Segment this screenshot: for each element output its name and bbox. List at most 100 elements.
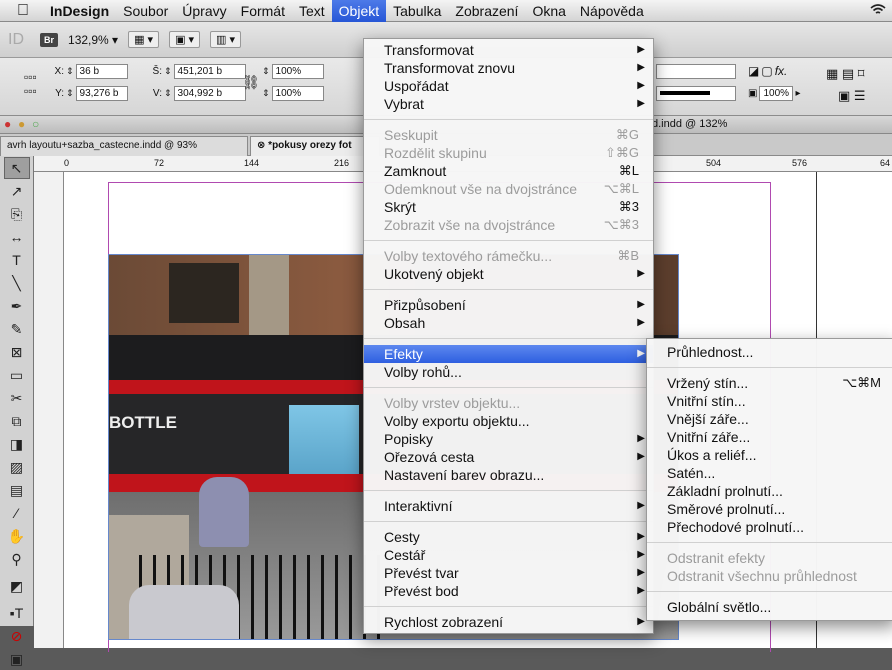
- objekt-item-cesty[interactable]: Cesty ▶: [364, 528, 653, 546]
- objekt-item-prizpusobeni[interactable]: Přizpůsobení ▶: [364, 296, 653, 314]
- objekt-item-volby-rohu[interactable]: Volby rohů...: [364, 363, 653, 381]
- objekt-item-rychlost-zobrazeni[interactable]: Rychlost zobrazení ▶: [364, 613, 653, 631]
- y-input[interactable]: 93,276 b: [75, 86, 128, 101]
- menu-app-name[interactable]: InDesign: [46, 0, 116, 22]
- fill-stroke-icon[interactable]: ◩: [4, 571, 30, 601]
- width-stepper-icon[interactable]: ⇕: [164, 66, 172, 77]
- objekt-item-popisky[interactable]: Popisky ▶: [364, 430, 653, 448]
- scale-x-stepper-icon[interactable]: ⇕: [262, 66, 270, 77]
- efekty-item-pruhlednost[interactable]: Průhlednost...: [647, 343, 892, 361]
- menu-objekt[interactable]: Objekt: [331, 0, 387, 22]
- objekt-item-nastaveni-barev-obrazu[interactable]: Nastavení barev obrazu...: [364, 466, 653, 484]
- reference-point-icon[interactable]: ▫▫▫ ▫▫▫: [24, 70, 37, 98]
- efekty-item-ukos-a-relief[interactable]: Úkos a reliéf...: [647, 446, 892, 464]
- objekt-item-vybrat[interactable]: Vybrat ▶: [364, 95, 653, 113]
- note-tool-icon[interactable]: ▤: [4, 479, 30, 501]
- window-close-icon[interactable]: ●: [4, 117, 11, 131]
- menu-soubor[interactable]: Soubor: [116, 0, 175, 22]
- bridge-button[interactable]: Br: [40, 32, 59, 47]
- efekty-item-vnejsi-zare[interactable]: Vnější záře...: [647, 410, 892, 428]
- efekty-item-smerove-prolnuti[interactable]: Směrové prolnutí...: [647, 500, 892, 518]
- stroke-weight-input[interactable]: [656, 64, 736, 79]
- stroke-type-select[interactable]: [656, 86, 736, 101]
- opacity-arrow-icon[interactable]: ▸: [795, 88, 800, 99]
- vertical-ruler[interactable]: [34, 172, 64, 648]
- pen-tool-icon[interactable]: ✒: [4, 295, 30, 317]
- pencil-tool-icon[interactable]: ✎: [4, 318, 30, 340]
- zoom-tool-icon[interactable]: ⚲: [4, 548, 30, 570]
- menu-zobrazeni[interactable]: Zobrazení: [448, 0, 525, 22]
- menu-text[interactable]: Text: [292, 0, 332, 22]
- scale-y-input[interactable]: 100%: [271, 86, 324, 101]
- direct-selection-tool-icon[interactable]: ↗: [4, 180, 30, 202]
- y-stepper-icon[interactable]: ⇕: [66, 88, 74, 99]
- objekt-item-obsah[interactable]: Obsah ▶: [364, 314, 653, 332]
- menu-napoveda[interactable]: Nápověda: [573, 0, 651, 22]
- tab-close-icon[interactable]: ⊗: [257, 140, 265, 151]
- menu-format[interactable]: Formát: [234, 0, 292, 22]
- objekt-item-interaktivni[interactable]: Interaktivní ▶: [364, 497, 653, 515]
- height-input[interactable]: 304,992 b: [173, 86, 246, 101]
- gradient-feather-tool-icon[interactable]: ▨: [4, 456, 30, 478]
- scissors-tool-icon[interactable]: ✂: [4, 387, 30, 409]
- objekt-item-orezova-cesta[interactable]: Ořezová cesta ▶: [364, 448, 653, 466]
- opacity-input[interactable]: 100%: [759, 86, 794, 101]
- scale-y-stepper-icon[interactable]: ⇕: [262, 88, 270, 99]
- type-tool-icon[interactable]: T: [4, 249, 30, 271]
- gap-tool-icon[interactable]: ↔: [4, 226, 30, 248]
- zoom-level[interactable]: 132,9% ▾: [68, 33, 118, 47]
- efekty-item-saten[interactable]: Satén...: [647, 464, 892, 482]
- hand-tool-icon[interactable]: ✋: [4, 525, 30, 547]
- objekt-item-efekty[interactable]: Efekty ▶: [364, 345, 653, 363]
- free-transform-tool-icon[interactable]: ⧉: [4, 410, 30, 432]
- page-tool-icon[interactable]: ⎘: [4, 203, 30, 225]
- constrain-proportions-icon[interactable]: ⛓: [242, 74, 260, 91]
- objekt-item-zamknout[interactable]: Zamknout ⌘L: [364, 162, 653, 180]
- objekt-item-transformovat[interactable]: Transformovat ▶: [364, 41, 653, 59]
- window-zoom-icon[interactable]: ○: [32, 117, 39, 131]
- efekty-item-zakladni-prolnuti[interactable]: Základní prolnutí...: [647, 482, 892, 500]
- wifi-icon[interactable]: [870, 3, 892, 19]
- line-tool-icon[interactable]: ╲: [4, 272, 30, 294]
- drop-shadow-icon[interactable]: ◪: [748, 64, 759, 78]
- efekty-item-vnitrni-zare[interactable]: Vnitřní záře...: [647, 428, 892, 446]
- wrap-icons[interactable]: ▦ ▤ ⌑: [826, 66, 864, 82]
- align-icons[interactable]: ▣ ☰: [838, 88, 866, 104]
- menu-tabulka[interactable]: Tabulka: [386, 0, 448, 22]
- menu-upravy[interactable]: Úpravy: [175, 0, 233, 22]
- selection-tool-icon[interactable]: ↖: [3, 157, 30, 179]
- eyedropper-tool-icon[interactable]: ⁄: [4, 502, 30, 524]
- objekt-item-prevest-tvar[interactable]: Převést tvar ▶: [364, 564, 653, 582]
- efekty-item-vrzeny-stin[interactable]: Vržený stín... ⌥⌘M: [647, 374, 892, 392]
- width-input[interactable]: 451,201 b: [173, 64, 246, 79]
- height-stepper-icon[interactable]: ⇕: [164, 88, 172, 99]
- gradient-tool-icon[interactable]: ◨: [4, 433, 30, 455]
- view-options-button[interactable]: ▦ ▾: [128, 31, 160, 48]
- fx-icon[interactable]: fx.: [775, 64, 788, 78]
- menu-okna[interactable]: Okna: [525, 0, 572, 22]
- objekt-item-prevest-bod[interactable]: Převést bod ▶: [364, 582, 653, 600]
- arrange-documents-button[interactable]: ▥ ▾: [210, 31, 242, 48]
- efekty-item-vnitrni-stin[interactable]: Vnitřní stín...: [647, 392, 892, 410]
- screen-mode-icon[interactable]: ▣: [4, 648, 30, 670]
- objekt-item-transformovat-znovu[interactable]: Transformovat znovu ▶: [364, 59, 653, 77]
- scale-x-input[interactable]: 100%: [271, 64, 324, 79]
- window-minimize-icon[interactable]: ●: [18, 117, 25, 131]
- objekt-item-usporadat[interactable]: Uspořádat ▶: [364, 77, 653, 95]
- tab-document-1[interactable]: avrh layoutu+sazba_castecne.indd @ 93%: [0, 136, 248, 156]
- apple-menu-icon[interactable]: : [0, 2, 46, 20]
- objekt-item-ukotveny-objekt[interactable]: Ukotvený objekt ▶: [364, 265, 653, 283]
- x-input[interactable]: 36 b: [75, 64, 128, 79]
- formatting-affects-icon[interactable]: ▪T: [4, 602, 30, 624]
- screen-mode-button[interactable]: ▣ ▾: [169, 31, 201, 48]
- x-stepper-icon[interactable]: ⇕: [66, 66, 74, 77]
- rectangle-tool-icon[interactable]: ▭: [4, 364, 30, 386]
- rectangle-frame-tool-icon[interactable]: ⊠: [4, 341, 30, 363]
- efekty-item-prechodove-prolnuti[interactable]: Přechodové prolnutí...: [647, 518, 892, 536]
- apply-none-icon[interactable]: ⊘: [4, 625, 30, 647]
- objekt-item-cestar[interactable]: Cestář ▶: [364, 546, 653, 564]
- efekty-item-globalni-svetlo[interactable]: Globální světlo...: [647, 598, 892, 616]
- objekt-item-skryt[interactable]: Skrýt ⌘3: [364, 198, 653, 216]
- tab-document-2[interactable]: ⊗ *pokusy orezy fot: [250, 136, 380, 156]
- objekt-item-volby-exportu-objektu[interactable]: Volby exportu objektu...: [364, 412, 653, 430]
